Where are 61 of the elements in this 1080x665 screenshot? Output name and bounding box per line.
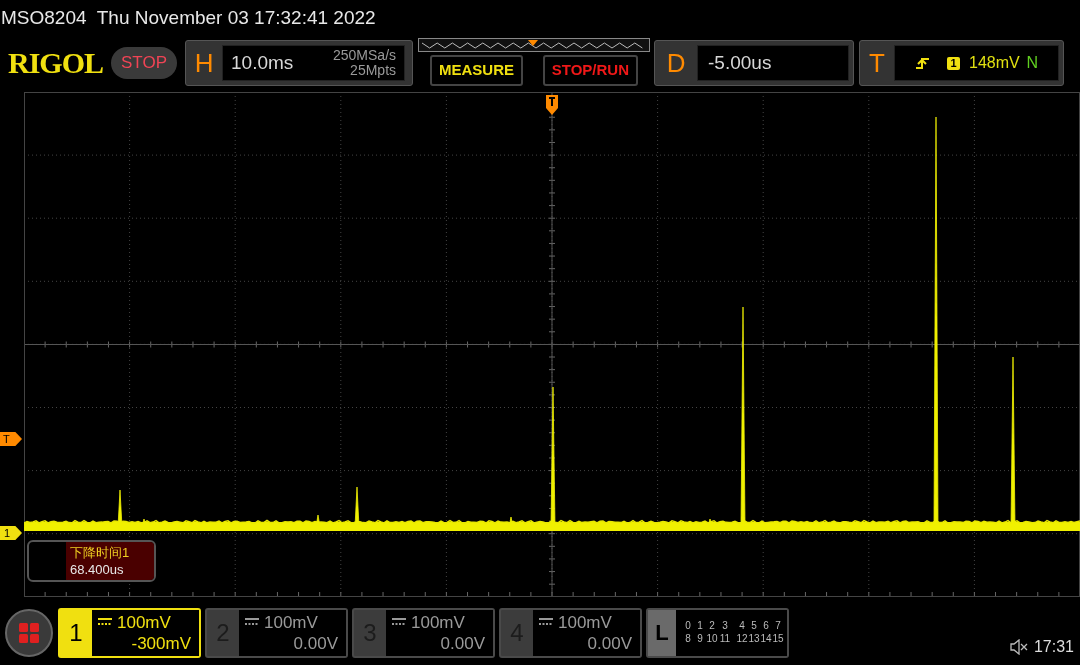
channel-scale: 100mV	[117, 611, 171, 633]
delay-panel[interactable]: D -5.00us	[654, 40, 855, 86]
logic-channel-number: 1	[696, 621, 704, 631]
channel-scale: 100mV	[264, 611, 318, 633]
logic-channel-number: 2	[708, 621, 716, 631]
measure-button[interactable]: MEASURE	[430, 55, 524, 86]
grid-icon	[18, 621, 40, 644]
channel-number: 1	[68, 617, 84, 648]
menu-button[interactable]	[5, 608, 53, 657]
logic-channel-number: 11	[718, 634, 732, 644]
run-state-indicator: STOP	[111, 47, 178, 79]
delay-label: D	[665, 46, 687, 80]
channel-offset: -300mV	[131, 632, 191, 654]
trigger-label: T	[868, 46, 886, 80]
measurement-value: 68.400us	[70, 561, 125, 578]
logic-channel-number: 9	[696, 634, 704, 644]
measurement-panel[interactable]: 下降时间1 68.400us	[27, 540, 156, 582]
logic-channel-number: 8	[684, 634, 692, 644]
trigger-position-marker	[545, 94, 559, 116]
horizontal-label: H	[193, 46, 215, 80]
status-line: MSO8204 Thu November 03 17:32:41 2022	[1, 5, 376, 30]
channel-offset: 0.00V	[587, 632, 632, 654]
memory-depth: 25Mpts	[350, 63, 397, 78]
logic-label: L	[648, 609, 676, 656]
dc-coupling-icon	[539, 618, 553, 626]
logic-channel-number: 3	[721, 621, 729, 631]
logic-channel-number: 15	[772, 634, 784, 644]
channel-offset: 0.00V	[440, 632, 485, 654]
clock-time: 17:31	[1033, 637, 1074, 657]
channel-offset: 0.00V	[293, 632, 338, 654]
logic-tab[interactable]: L 0 1 2 3 4 5 6 7 8 9 10 11 12131415	[646, 607, 789, 658]
rising-edge-icon	[915, 56, 932, 70]
logic-channel-number: 13	[748, 634, 760, 644]
dc-coupling-icon	[245, 618, 259, 626]
trigger-level-marker[interactable]: T	[0, 432, 22, 446]
channel-scale: 100mV	[558, 611, 612, 633]
logic-channel-number: 12	[736, 634, 748, 644]
trigger-level: 148mV	[969, 53, 1020, 73]
channel-tab[interactable]: 1 100mV -300mV	[58, 607, 201, 658]
delay-value: -5.00us	[708, 50, 772, 75]
horizontal-panel[interactable]: H 10.0ms 250MSa/s 25Mpts	[185, 40, 414, 86]
logic-channel-number: 14	[760, 634, 772, 644]
logic-channel-number: 4	[738, 621, 746, 631]
trigger-mode: N	[1026, 53, 1039, 73]
stop-run-button[interactable]: STOP/RUN	[542, 55, 639, 86]
channel-scale: 100mV	[411, 611, 465, 633]
logic-channel-number: 5	[750, 621, 758, 631]
logic-channel-number: 10	[706, 634, 718, 644]
timebase-value: 10.0ms	[231, 50, 294, 75]
brand-logo: RIGOL	[8, 48, 104, 78]
dc-coupling-icon	[98, 618, 112, 626]
logic-channel-number: 7	[774, 621, 782, 631]
sample-rate: 250MSa/s	[333, 48, 397, 63]
trigger-panel[interactable]: T 1 148mV N	[859, 40, 1065, 86]
channel-offset-marker[interactable]: 1	[0, 526, 22, 540]
measurement-name: 下降时间1	[70, 544, 131, 561]
logic-channel-number: 6	[762, 621, 770, 631]
logic-channel-number: 0	[684, 621, 692, 631]
trigger-source-badge: 1	[947, 56, 961, 70]
speaker-muted-icon	[1009, 639, 1028, 655]
dc-coupling-icon	[392, 618, 406, 626]
